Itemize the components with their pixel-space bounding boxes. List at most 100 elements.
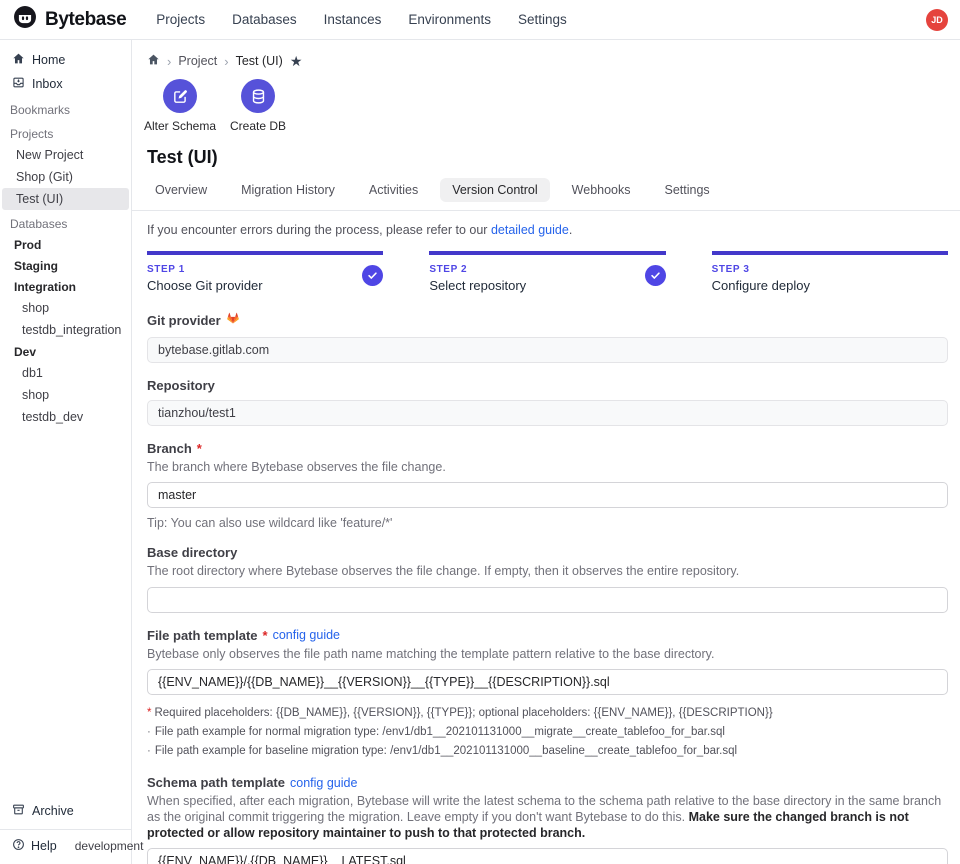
sidebar-bottom: Archive Help development (0, 799, 131, 864)
base-directory-label: Base directory (147, 545, 237, 560)
sidebar-db-testdb-integration[interactable]: testdb_integration (0, 319, 131, 341)
step-2: STEP 2 Select repository (429, 251, 665, 293)
help-icon (12, 838, 25, 854)
repository-input (147, 400, 948, 426)
tab-settings[interactable]: Settings (653, 178, 722, 202)
sidebar-top: Home Inbox Bookmarks Projects New Projec… (0, 48, 131, 428)
sidebar-env-dev: Dev (0, 341, 131, 362)
step-3: STEP 3 Configure deploy (712, 251, 948, 293)
config-guide-link[interactable]: config guide (273, 628, 340, 642)
git-provider-label: Git provider (147, 313, 221, 328)
note-normal-example: ·File path example for normal migration … (147, 723, 948, 742)
tab-overview[interactable]: Overview (143, 178, 219, 202)
alter-schema-button[interactable]: Alter Schema (147, 79, 213, 133)
bytebase-logo[interactable]: Bytebase (12, 4, 126, 35)
stepper: STEP 1 Choose Git provider STEP 2 Select… (147, 251, 948, 293)
inbox-icon (12, 76, 25, 92)
create-db-button[interactable]: Create DB (225, 79, 291, 133)
quick-actions: Alter Schema Create DB (132, 69, 960, 133)
required-asterisk: * (197, 441, 202, 456)
git-provider-input (147, 337, 948, 363)
alter-schema-label: Alter Schema (144, 119, 216, 133)
nav-instances[interactable]: Instances (324, 12, 382, 27)
breadcrumb-separator: › (167, 54, 171, 69)
base-directory-input[interactable] (147, 587, 948, 613)
file-path-template-field: File path template * config guide Byteba… (147, 628, 948, 761)
archive-icon (12, 803, 25, 819)
detailed-guide-link[interactable]: detailed guide (491, 223, 569, 237)
git-provider-field: Git provider (147, 311, 948, 363)
breadcrumb-home-icon[interactable] (147, 53, 160, 69)
tab-webhooks[interactable]: Webhooks (560, 178, 643, 202)
sidebar-db-shop-integration[interactable]: shop (0, 297, 131, 319)
nav-environments[interactable]: Environments (408, 12, 491, 27)
sidebar-item-label: Home (32, 53, 65, 67)
database-icon (241, 79, 275, 113)
schema-path-template-field: Schema path template config guide When s… (147, 775, 948, 864)
main-panel: › Project › Test (UI) ★ Alter Schema (132, 40, 960, 864)
bytebase-logo-icon (12, 4, 38, 35)
tab-bar: Overview Migration History Activities Ve… (132, 168, 960, 211)
sidebar-footer: Help development (0, 829, 131, 864)
nav-databases[interactable]: Databases (232, 12, 297, 27)
repository-label: Repository (147, 378, 215, 393)
sidebar-env-integration: Integration (0, 276, 131, 297)
home-icon (12, 52, 25, 68)
sidebar-env-staging: Staging (0, 255, 131, 276)
config-guide-link[interactable]: config guide (290, 776, 357, 790)
schema-path-template-description: When specified, after each migration, By… (147, 794, 948, 841)
tab-activities[interactable]: Activities (357, 178, 430, 202)
sidebar-item-test-ui[interactable]: Test (UI) (2, 188, 129, 210)
sidebar-item-shop-git[interactable]: Shop (Git) (2, 166, 129, 188)
file-path-template-description: Bytebase only observes the file path nam… (147, 647, 948, 663)
base-directory-field: Base directory The root directory where … (147, 545, 948, 613)
gitlab-icon (226, 311, 240, 330)
sidebar-db-testdb-dev[interactable]: testdb_dev (0, 406, 131, 428)
branch-description: The branch where Bytebase observes the f… (147, 460, 948, 476)
sidebar-section-projects: Projects (0, 120, 131, 144)
top-bar: Bytebase Projects Databases Instances En… (0, 0, 960, 40)
file-path-template-label: File path template (147, 628, 258, 643)
page-title: Test (UI) (132, 133, 960, 168)
help-label[interactable]: Help (31, 839, 57, 853)
schema-path-template-input[interactable] (147, 848, 948, 864)
user-avatar[interactable]: JD (926, 9, 948, 31)
version-control-panel: If you encounter errors during the proce… (132, 211, 960, 864)
note-baseline-example: ·File path example for baseline migratio… (147, 742, 948, 761)
branch-input[interactable] (147, 482, 948, 508)
tab-migration-history[interactable]: Migration History (229, 178, 347, 202)
repository-field: Repository (147, 378, 948, 426)
sidebar-item-archive[interactable]: Archive (0, 799, 131, 823)
sidebar-item-new-project[interactable]: New Project (2, 144, 129, 166)
step-bar (712, 251, 948, 255)
required-asterisk: * (263, 628, 268, 643)
file-path-template-input[interactable] (147, 669, 948, 695)
schema-path-template-label: Schema path template (147, 775, 285, 790)
app: Bytebase Projects Databases Instances En… (0, 0, 960, 864)
step-bar (429, 251, 665, 255)
sidebar-db-db1[interactable]: db1 (0, 362, 131, 384)
tab-version-control[interactable]: Version Control (440, 178, 549, 202)
sidebar-item-inbox[interactable]: Inbox (0, 72, 131, 96)
step-bar (147, 251, 383, 255)
brand-name: Bytebase (45, 9, 126, 31)
edit-icon (163, 79, 197, 113)
nav-projects[interactable]: Projects (156, 12, 205, 27)
breadcrumb: › Project › Test (UI) ★ (132, 40, 960, 69)
branch-label: Branch (147, 441, 192, 456)
sidebar-item-home[interactable]: Home (0, 48, 131, 72)
top-nav: Projects Databases Instances Environment… (156, 12, 566, 27)
breadcrumb-project[interactable]: Project (178, 54, 217, 68)
sidebar: Home Inbox Bookmarks Projects New Projec… (0, 40, 132, 864)
sidebar-env-prod: Prod (0, 234, 131, 255)
sidebar-section-bookmarks: Bookmarks (0, 96, 131, 120)
file-path-template-notes: *Required placeholders: {{DB_NAME}}, {{V… (147, 704, 948, 760)
error-help-text: If you encounter errors during the proce… (147, 223, 948, 237)
note-required-placeholders: *Required placeholders: {{DB_NAME}}, {{V… (147, 704, 948, 723)
favorite-star-icon[interactable]: ★ (290, 54, 303, 68)
step-1: STEP 1 Choose Git provider (147, 251, 383, 293)
breadcrumb-separator: › (224, 54, 228, 69)
nav-settings[interactable]: Settings (518, 12, 567, 27)
sidebar-db-shop-dev[interactable]: shop (0, 384, 131, 406)
breadcrumb-current[interactable]: Test (UI) (236, 54, 283, 68)
